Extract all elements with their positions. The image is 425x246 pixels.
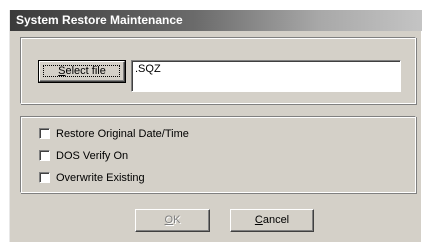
file-path-field[interactable]: .SQZ — [131, 60, 401, 92]
dos-verify-checkbox[interactable] — [39, 150, 50, 161]
ok-accel: O — [164, 214, 174, 226]
focus-rectangle — [43, 65, 120, 77]
restore-date-time-label: Restore Original Date/Time — [56, 128, 189, 140]
ok-button[interactable]: OK — [135, 209, 210, 232]
restore-date-time-checkbox[interactable] — [39, 128, 50, 139]
cancel-label: ancel — [262, 214, 290, 226]
dos-verify-label: DOS Verify On — [56, 150, 129, 162]
cancel-accel: C — [254, 214, 263, 226]
ok-label: K — [173, 214, 181, 226]
cancel-button[interactable]: Cancel — [230, 209, 314, 232]
file-path-value: .SQZ — [135, 63, 161, 75]
overwrite-existing-checkbox[interactable] — [39, 172, 50, 183]
overwrite-existing-label: Overwrite Existing — [56, 172, 145, 184]
select-file-button[interactable]: Select file — [38, 60, 126, 83]
dialog-title: System Restore Maintenance — [16, 13, 183, 27]
title-bar[interactable]: System Restore Maintenance — [10, 10, 422, 31]
